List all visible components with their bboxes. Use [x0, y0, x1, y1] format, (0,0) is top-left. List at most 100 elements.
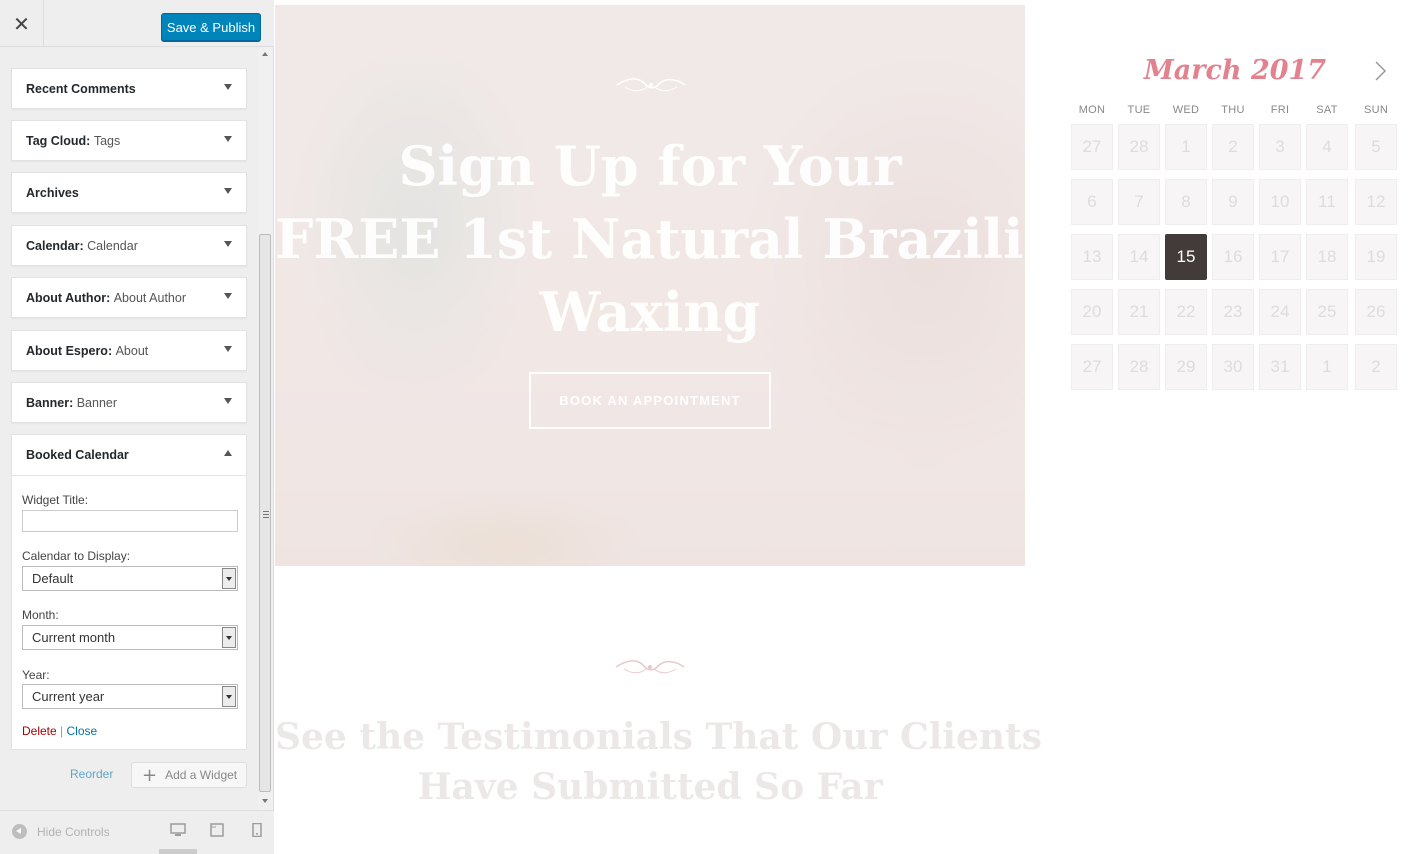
calendar-day[interactable]: 9 — [1212, 179, 1254, 225]
calendar-day[interactable]: 21 — [1118, 289, 1160, 335]
calendar-day[interactable]: 20 — [1071, 289, 1113, 335]
close-icon[interactable]: ✕ — [0, 0, 44, 47]
calendar-day[interactable]: 5 — [1355, 124, 1397, 170]
mobile-icon[interactable] — [249, 823, 265, 837]
widget-about-espero[interactable]: About Espero: About — [11, 330, 247, 371]
dropdown-arrow-icon[interactable] — [222, 627, 236, 648]
calendar-day-today[interactable]: 15 — [1165, 234, 1207, 280]
caret-down-icon[interactable] — [224, 398, 232, 404]
calendar-month-title: March 2017 — [1143, 55, 1327, 86]
calendar-day[interactable]: 4 — [1306, 124, 1348, 170]
month-select[interactable]: Current month — [22, 625, 238, 650]
add-widget-button[interactable]: + Add a Widget — [131, 762, 247, 788]
calendar-day[interactable]: 22 — [1165, 289, 1207, 335]
scroll-up-icon[interactable] — [262, 52, 268, 56]
calendar-day[interactable]: 1 — [1306, 344, 1348, 390]
calendar-day[interactable]: 19 — [1355, 234, 1397, 280]
customizer-sidebar: ✕ Save & Publish Recent Comments Tag Clo… — [0, 0, 274, 854]
delete-link[interactable]: Delete — [22, 724, 57, 738]
caret-up-icon[interactable] — [224, 450, 232, 456]
tablet-icon[interactable] — [209, 823, 225, 837]
widget-archives[interactable]: Archives — [11, 172, 247, 213]
customizer-screen: ✕ Save & Publish Recent Comments Tag Clo… — [0, 0, 1419, 854]
caret-down-icon[interactable] — [224, 346, 232, 352]
widget-booked-calendar: Booked Calendar Widget Title: Calendar t… — [11, 434, 247, 750]
widget-title: About Author: About Author — [26, 291, 186, 305]
sidebar-footer: Hide Controls — [0, 810, 274, 854]
hide-controls-button[interactable]: Hide Controls — [12, 824, 110, 839]
widget-title: Tag Cloud: Tags — [26, 134, 121, 148]
widget-title: Booked Calendar — [26, 448, 129, 462]
caret-down-icon[interactable] — [224, 188, 232, 194]
calendar-day[interactable]: 24 — [1259, 289, 1301, 335]
flourish-ornament-icon — [615, 660, 685, 674]
sidebar-header: ✕ Save & Publish — [0, 0, 274, 47]
widget-calendar[interactable]: Calendar: Calendar — [11, 225, 247, 266]
calendar-day[interactable]: 23 — [1212, 289, 1254, 335]
weekday-label: FRI — [1270, 104, 1290, 116]
reorder-link[interactable]: Reorder — [70, 767, 113, 781]
calendar-day[interactable]: 1 — [1165, 124, 1207, 170]
calendar-day[interactable]: 13 — [1071, 234, 1113, 280]
calendar-day[interactable]: 30 — [1212, 344, 1254, 390]
widget-title: Archives — [26, 186, 79, 200]
calendar-day[interactable]: 28 — [1118, 344, 1160, 390]
calendar-day[interactable]: 2 — [1355, 344, 1397, 390]
weekday-label: TUE — [1127, 104, 1151, 116]
year-select[interactable]: Current year — [22, 684, 238, 709]
widget-title: Banner: Banner — [26, 396, 118, 410]
weekday-label: MON — [1078, 104, 1106, 116]
chevron-right-icon[interactable] — [1371, 60, 1389, 82]
save-publish-button[interactable]: Save & Publish — [161, 13, 261, 41]
sidebar-scrollbar[interactable] — [258, 47, 273, 810]
calendar-day[interactable]: 7 — [1118, 179, 1160, 225]
caret-down-icon[interactable] — [224, 241, 232, 247]
widget-title: Calendar: Calendar — [26, 239, 138, 253]
scroll-down-icon[interactable] — [262, 799, 268, 803]
calendar-display-select[interactable]: Default — [22, 566, 238, 591]
calendar-day[interactable]: 17 — [1259, 234, 1301, 280]
book-appointment-button[interactable]: BOOK AN APPOINTMENT — [529, 372, 771, 429]
calendar-day[interactable]: 3 — [1259, 124, 1301, 170]
calendar-day[interactable]: 28 — [1118, 124, 1160, 170]
caret-down-icon[interactable] — [224, 136, 232, 142]
calendar-day[interactable]: 14 — [1118, 234, 1160, 280]
widget-about-author[interactable]: About Author: About Author — [11, 277, 247, 318]
calendar-day[interactable]: 31 — [1259, 344, 1301, 390]
calendar-day[interactable]: 8 — [1165, 179, 1207, 225]
collapse-icon — [12, 824, 27, 839]
weekday-label: WED — [1172, 104, 1200, 116]
calendar-day[interactable]: 11 — [1306, 179, 1348, 225]
widget-banner[interactable]: Banner: Banner — [11, 382, 247, 423]
calendar-day[interactable]: 27 — [1071, 124, 1113, 170]
widget-title: Recent Comments — [26, 82, 136, 96]
close-link[interactable]: Close — [67, 724, 98, 738]
widget-title-label: Widget Title: — [22, 493, 89, 507]
caret-down-icon[interactable] — [224, 84, 232, 90]
calendar-display-label: Calendar to Display: — [22, 549, 131, 563]
caret-down-icon[interactable] — [224, 293, 232, 299]
widget-tag-cloud[interactable]: Tag Cloud: Tags — [11, 120, 247, 161]
calendar-day[interactable]: 12 — [1355, 179, 1397, 225]
dropdown-arrow-icon[interactable] — [222, 686, 236, 707]
scrollbar-thumb[interactable] — [259, 234, 271, 792]
dropdown-arrow-icon[interactable] — [222, 568, 236, 589]
plus-icon: + — [142, 764, 158, 786]
calendar-day[interactable]: 27 — [1071, 344, 1113, 390]
calendar-day[interactable]: 10 — [1259, 179, 1301, 225]
hero-title: Sign Up for Your FREE 1st Natural Brazil… — [275, 134, 1025, 344]
widget-booked-calendar-header[interactable]: Booked Calendar — [12, 435, 246, 476]
calendar-day[interactable]: 6 — [1071, 179, 1113, 225]
calendar-day[interactable]: 16 — [1212, 234, 1254, 280]
weekday-label: SUN — [1363, 104, 1389, 116]
calendar-day[interactable]: 25 — [1306, 289, 1348, 335]
weekday-label: THU — [1221, 104, 1245, 116]
calendar-day[interactable]: 18 — [1306, 234, 1348, 280]
calendar-day[interactable]: 2 — [1212, 124, 1254, 170]
calendar-day[interactable]: 26 — [1355, 289, 1397, 335]
hero-banner: Sign Up for Your FREE 1st Natural Brazil… — [275, 5, 1025, 566]
widget-recent-comments[interactable]: Recent Comments — [11, 68, 247, 109]
widget-title-input[interactable] — [22, 510, 238, 532]
calendar-day[interactable]: 29 — [1165, 344, 1207, 390]
desktop-icon[interactable] — [170, 823, 186, 837]
